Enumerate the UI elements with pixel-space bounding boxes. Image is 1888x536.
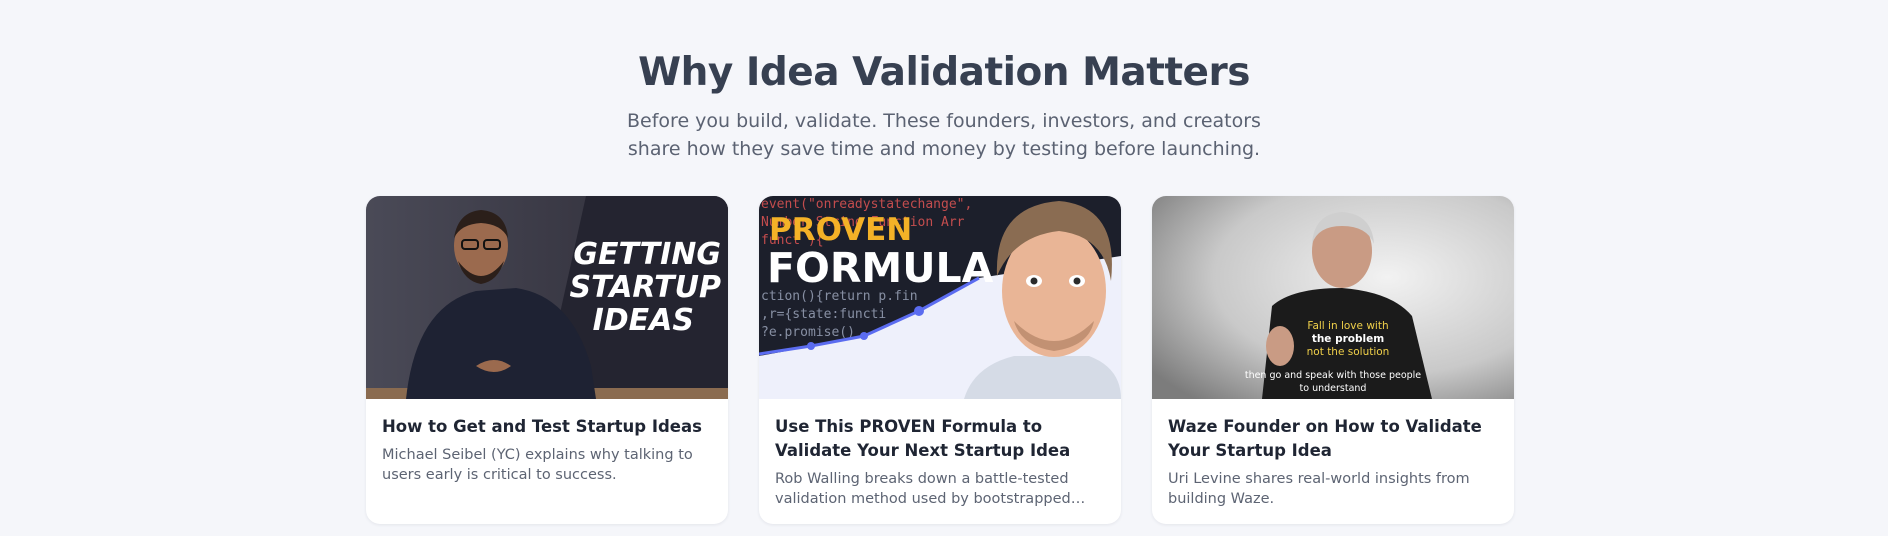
idea-validation-section: Why Idea Validation Matters Before you b… (0, 0, 1888, 536)
code-line-5: ,r={state:functi (761, 307, 886, 322)
card-title[interactable]: How to Get and Test Startup Ideas (382, 415, 712, 439)
video-thumbnail[interactable]: Fall in love with the problem not the so… (1152, 196, 1514, 399)
video-thumbnail[interactable]: GETTING STARTUP IDEAS (366, 196, 728, 399)
thumbnail-text-line-2: STARTUP (569, 270, 721, 305)
caption-line-2: to understand (1300, 383, 1367, 394)
card-title[interactable]: Use This PROVEN Formula to Validate Your… (775, 415, 1105, 463)
section-subtitle: Before you build, validate. These founde… (627, 110, 1261, 160)
card-body: Use This PROVEN Formula to Validate Your… (759, 399, 1121, 509)
shirt-text-line-3: not the solution (1307, 346, 1390, 358)
video-thumbnail[interactable]: event("onreadystatechange", Number Strin… (759, 196, 1121, 399)
video-card-startup-ideas[interactable]: GETTING STARTUP IDEAS How to Get and Tes… (366, 196, 728, 524)
shirt-text-line-1: Fall in love with (1307, 320, 1388, 332)
thumbnail-headline-formula: FORMULA (767, 244, 994, 292)
video-card-proven-formula[interactable]: event("onreadystatechange", Number Strin… (759, 196, 1121, 524)
card-body: How to Get and Test Startup Ideas Michae… (366, 399, 728, 485)
code-line-1: event("onreadystatechange", (761, 197, 972, 212)
card-description: Rob Walling breaks down a battle-tested … (775, 471, 1071, 507)
thumbnail-text-line-3: IDEAS (593, 303, 694, 338)
thumbnail-headline-proven: PROVEN (769, 212, 912, 248)
card-body: Waze Founder on How to Validate Your Sta… (1152, 399, 1514, 509)
video-card-waze-founder[interactable]: Fall in love with the problem not the so… (1152, 196, 1514, 524)
card-title[interactable]: Waze Founder on How to Validate Your Sta… (1168, 415, 1498, 463)
thumbnail-image-uri-levine: Fall in love with the problem not the so… (1152, 196, 1514, 399)
card-description: Uri Levine shares real-world insights fr… (1168, 471, 1470, 507)
code-line-6: ?e.promise() (761, 325, 855, 340)
shirt-text-line-2: the problem (1312, 333, 1384, 345)
thumbnail-text-line-1: GETTING (573, 237, 721, 272)
caption-line-1: then go and speak with those people (1245, 370, 1421, 381)
card-description: Michael Seibel (YC) explains why talking… (382, 447, 693, 483)
section-title: Why Idea Validation Matters (638, 50, 1250, 95)
thumbnail-image-rob-walling: event("onreadystatechange", Number Strin… (759, 196, 1121, 399)
thumbnail-image-michael-seibel: GETTING STARTUP IDEAS (366, 196, 728, 399)
